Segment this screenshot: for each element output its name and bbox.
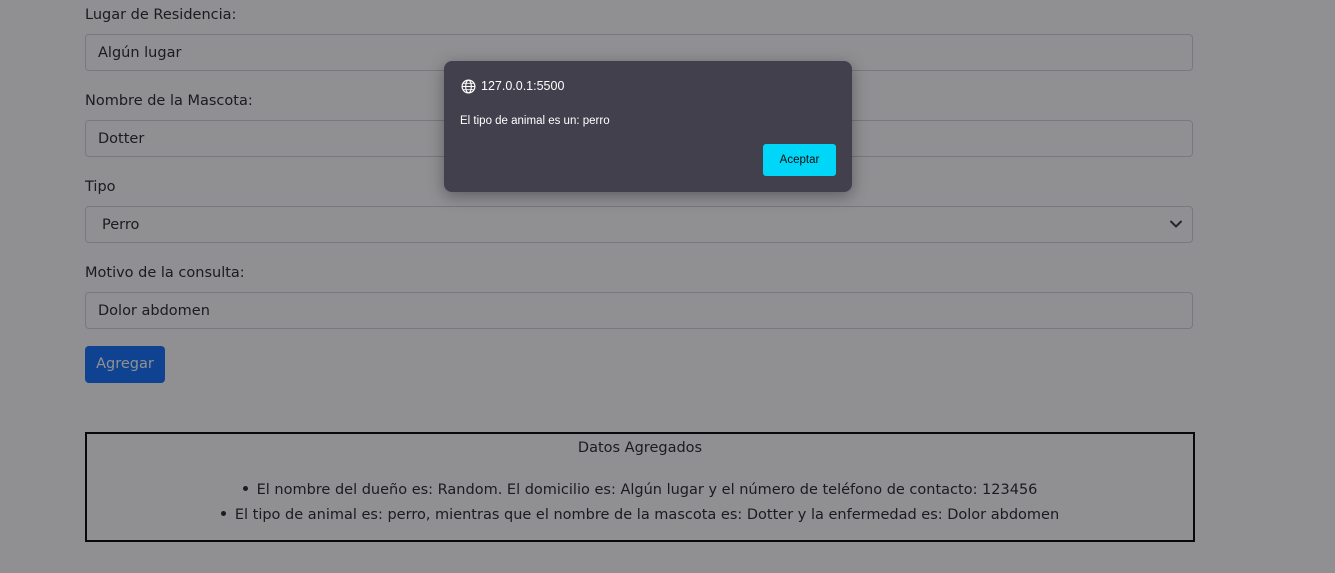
alert-dialog: 127.0.0.1:5500 El tipo de animal es un: … — [444, 61, 852, 192]
alert-origin-text: 127.0.0.1:5500 — [481, 79, 565, 93]
globe-icon — [461, 79, 476, 93]
alert-message: El tipo de animal es un: perro — [460, 115, 610, 127]
accept-button[interactable]: Aceptar — [763, 144, 836, 176]
alert-origin: 127.0.0.1:5500 — [461, 78, 564, 94]
